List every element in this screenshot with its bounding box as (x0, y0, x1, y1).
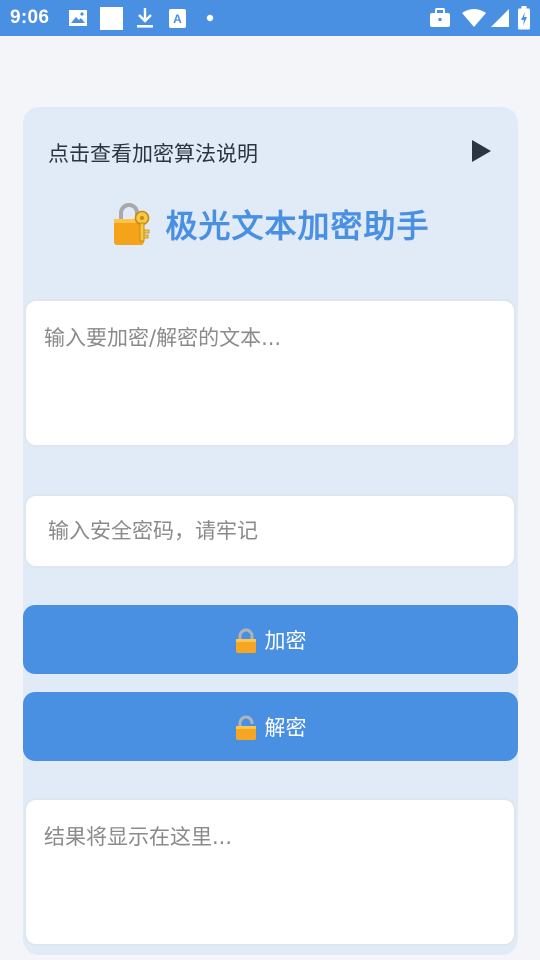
encrypt-button[interactable]: 加密 (23, 605, 518, 674)
decrypt-button[interactable]: 解密 (23, 692, 518, 761)
encrypt-button-label: 加密 (264, 628, 307, 653)
unlocked-icon (235, 715, 256, 740)
lock-with-key-icon (114, 203, 150, 245)
wifi-icon (462, 9, 486, 27)
play-icon (472, 140, 491, 162)
translate-icon: A (169, 9, 186, 28)
decrypt-button-label: 解密 (264, 715, 307, 740)
algorithm-info-label: 点击查看加密算法说明 (48, 142, 258, 166)
svg-text:A: A (173, 12, 182, 26)
result-text-output[interactable] (24, 798, 516, 946)
locked-icon (235, 628, 256, 653)
algorithm-info-toggle[interactable]: 点击查看加密算法说明 (23, 130, 518, 174)
signal-icon (491, 9, 509, 27)
password-input[interactable] (24, 494, 516, 568)
app-title: 极光文本加密助手 (165, 207, 430, 245)
battery-icon (518, 6, 530, 30)
status-time: 9:06 (10, 7, 50, 28)
source-text-input[interactable] (24, 299, 516, 447)
briefcase-icon (430, 8, 450, 27)
download-icon (137, 8, 153, 28)
status-bar: 9:06 A (0, 0, 540, 36)
image-icon (69, 10, 87, 26)
square-icon (100, 7, 123, 30)
dot-icon (206, 14, 214, 22)
page-title: 极光文本加密助手 (23, 196, 518, 252)
